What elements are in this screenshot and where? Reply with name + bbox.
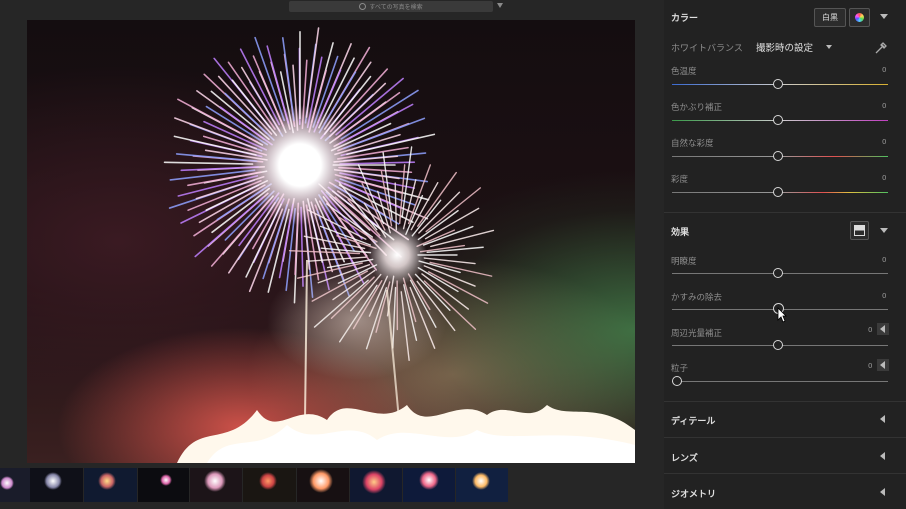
geometry-section-title[interactable]: ジオメトリ xyxy=(671,487,716,500)
search-input[interactable]: すべての写真を検索 xyxy=(369,2,422,11)
collapse-icon[interactable] xyxy=(880,14,888,19)
expand-icon[interactable] xyxy=(880,415,885,423)
thumbnail[interactable] xyxy=(84,468,138,502)
vignette-preset-button[interactable] xyxy=(850,221,869,240)
effects-section-title[interactable]: 効果 xyxy=(671,225,689,238)
chevron-left-icon xyxy=(880,325,885,333)
thumbnail[interactable] xyxy=(243,468,297,502)
saturation-value[interactable]: 0 xyxy=(882,174,886,182)
mouse-cursor-icon xyxy=(777,307,787,327)
clarity-label: 明瞭度 xyxy=(671,257,697,267)
section-divider xyxy=(664,437,906,438)
tint-value[interactable]: 0 xyxy=(882,102,886,110)
expand-icon[interactable] xyxy=(880,452,885,460)
expand-icon[interactable] xyxy=(880,488,885,496)
thumbnail[interactable] xyxy=(30,468,84,502)
vibrance-label: 自然な彩度 xyxy=(671,139,714,149)
chevron-down-icon[interactable] xyxy=(826,45,832,49)
dehaze-value[interactable]: 0 xyxy=(882,292,886,300)
tint-label: 色かぶり補正 xyxy=(671,103,723,113)
temperature-label: 色温度 xyxy=(671,67,697,77)
filter-icon[interactable] xyxy=(497,3,503,8)
thumbnail[interactable] xyxy=(138,468,190,502)
grain-label: 粒子 xyxy=(671,364,689,374)
expand-vignette-button[interactable] xyxy=(877,323,889,335)
thumbnail[interactable] xyxy=(456,468,509,502)
section-divider xyxy=(664,401,906,402)
thumbnail[interactable] xyxy=(190,468,243,502)
edit-panel: カラー 白黒 ホワイトバランス 撮影時の設定 色温度 0 色かぶり補正 0 自然… xyxy=(664,0,906,509)
chevron-left-icon xyxy=(880,361,885,369)
saturation-slider-thumb[interactable] xyxy=(773,187,783,197)
lens-section-title[interactable]: レンズ xyxy=(671,451,698,464)
photo-area: すべての写真を検索 xyxy=(0,0,664,509)
section-divider xyxy=(664,212,906,213)
color-mixer-button[interactable] xyxy=(849,8,870,27)
collapse-icon[interactable] xyxy=(880,228,888,233)
temperature-value[interactable]: 0 xyxy=(882,66,886,74)
grain-value[interactable]: 0 xyxy=(868,362,872,370)
thumbnail[interactable] xyxy=(0,468,31,502)
search-icon xyxy=(359,3,367,10)
filmstrip xyxy=(0,468,664,503)
clarity-slider-thumb[interactable] xyxy=(773,268,783,278)
expand-grain-button[interactable] xyxy=(877,359,889,371)
eyedropper-icon[interactable] xyxy=(874,40,888,54)
white-balance-dropdown[interactable]: 撮影時の設定 xyxy=(756,40,813,54)
main-photo xyxy=(27,20,635,463)
grain-slider-thumb[interactable] xyxy=(672,376,682,386)
vignette-label: 周辺光量補正 xyxy=(671,329,723,339)
saturation-label: 彩度 xyxy=(671,175,689,185)
vibrance-slider-thumb[interactable] xyxy=(773,151,783,161)
temperature-slider-thumb[interactable] xyxy=(773,79,783,89)
thumbnail[interactable] xyxy=(297,468,350,502)
vignette-icon xyxy=(854,225,865,236)
grain-slider-track[interactable] xyxy=(672,381,888,382)
thumbnail[interactable] xyxy=(403,468,456,502)
white-balance-label: ホワイトバランス xyxy=(671,44,743,54)
search-bar[interactable]: すべての写真を検索 xyxy=(289,1,493,12)
tint-slider-thumb[interactable] xyxy=(773,115,783,125)
vignette-value[interactable]: 0 xyxy=(868,326,872,334)
vignette-slider-thumb[interactable] xyxy=(773,340,783,350)
clarity-value[interactable]: 0 xyxy=(882,256,886,264)
fireworks-image xyxy=(163,27,635,463)
thumbnail[interactable] xyxy=(350,468,403,502)
color-wheel-icon xyxy=(855,13,864,22)
vibrance-value[interactable]: 0 xyxy=(882,138,886,146)
color-section-title[interactable]: カラー xyxy=(671,11,698,24)
dehaze-label: かすみの除去 xyxy=(671,293,723,303)
section-divider xyxy=(664,473,906,474)
bw-button[interactable]: 白黒 xyxy=(814,8,846,27)
detail-section-title[interactable]: ディテール xyxy=(671,414,715,427)
